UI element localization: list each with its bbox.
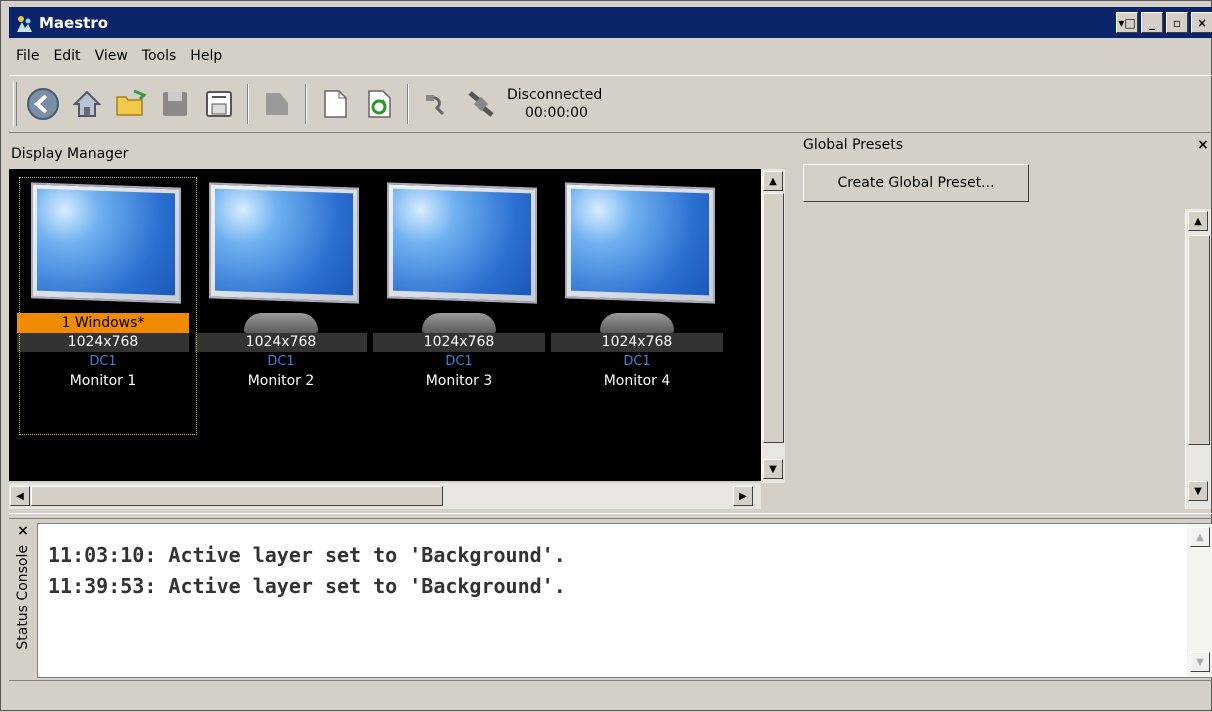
scroll-up-button[interactable]: ▲	[763, 171, 783, 191]
save-icon[interactable]	[157, 86, 193, 122]
global-presets-close-icon[interactable]: ×	[1197, 137, 1209, 153]
new-page-icon[interactable]	[317, 86, 353, 122]
monitor-controller: DC1	[267, 354, 295, 369]
toolbar-separator	[247, 84, 249, 124]
scroll-thumb[interactable]	[763, 193, 784, 443]
display-vertical-scrollbar[interactable]: ▲ ▼	[761, 169, 785, 483]
monitor-stand	[422, 313, 496, 333]
menu-tools[interactable]: Tools	[142, 48, 177, 64]
scroll-right-button[interactable]: ▶	[733, 486, 753, 506]
display-manager-title: Display Manager	[11, 146, 129, 162]
scroll-down-button[interactable]: ▼	[1188, 481, 1208, 501]
title-bar[interactable]: Maestro ▾□ _ ▫ ×	[9, 7, 1212, 38]
connection-status-text: Disconnected	[507, 87, 603, 103]
toolbar-separator	[407, 84, 409, 124]
disabled-page-icon[interactable]	[259, 86, 295, 122]
back-icon[interactable]	[25, 86, 61, 122]
scroll-up-button[interactable]: ▲	[1188, 211, 1208, 231]
connection-status: Disconnected 00:00:00	[507, 86, 602, 122]
menu-help[interactable]: Help	[190, 48, 222, 64]
monitor-resolution: 1024x768	[195, 333, 367, 352]
console-vertical-scrollbar[interactable]: ▲ ▼	[1186, 524, 1212, 677]
menu-edit[interactable]: Edit	[53, 48, 80, 64]
window-title: Maestro	[39, 13, 109, 32]
monitor-tile[interactable]: 1024x768 DC1 Monitor 3	[373, 181, 545, 390]
minimize-button[interactable]: _	[1141, 12, 1163, 33]
display-horizontal-scrollbar[interactable]: ◀ ▶	[9, 483, 761, 509]
window-menu-button[interactable]: ▾□	[1116, 12, 1138, 33]
connection-timer: 00:00:00	[525, 105, 588, 121]
monitor-icon	[559, 181, 715, 313]
monitor-name: Monitor 2	[247, 373, 315, 389]
monitor-controller: DC1	[445, 354, 473, 369]
create-global-preset-button[interactable]: Create Global Preset...	[803, 164, 1029, 202]
menu-bar: File Edit View Tools Help	[9, 41, 229, 71]
console-line: 11:39:53: Active layer set to 'Backgroun…	[48, 574, 566, 598]
scroll-left-button[interactable]: ◀	[10, 486, 30, 506]
scroll-thumb[interactable]	[1188, 235, 1210, 445]
status-bar	[9, 680, 1212, 712]
monitor-resolution: 1024x768	[551, 333, 723, 352]
monitor-icon	[381, 181, 537, 313]
monitor-resolution: 1024x768	[373, 333, 545, 352]
scroll-down-button[interactable]: ▼	[763, 459, 783, 479]
console-close-icon[interactable]: ×	[17, 523, 29, 539]
monitor-stand	[244, 313, 318, 333]
monitor-icon	[203, 181, 359, 313]
console-tab-label: Status Console	[15, 545, 31, 650]
menu-view[interactable]: View	[95, 48, 128, 64]
toolbar-separator	[305, 84, 307, 124]
maestro-app-icon	[13, 12, 35, 34]
selection-outline	[19, 177, 197, 435]
scroll-down-button[interactable]: ▼	[1190, 652, 1210, 672]
status-console-tab[interactable]: × Status Console	[9, 523, 37, 678]
monitor-stand	[600, 313, 674, 333]
restore-button[interactable]: ▫	[1166, 12, 1188, 33]
panel-splitter[interactable]	[9, 513, 1212, 519]
home-icon[interactable]	[69, 86, 105, 122]
status-console[interactable]: 11:03:10: Active layer set to 'Backgroun…	[37, 523, 1212, 678]
save-as-icon[interactable]	[201, 86, 237, 122]
disconnect-icon[interactable]	[463, 86, 499, 122]
connect-icon[interactable]	[419, 86, 455, 122]
app-window: Maestro ▾□ _ ▫ × File Edit View Tools He…	[0, 0, 1212, 711]
scroll-thumb[interactable]	[31, 486, 443, 506]
close-button[interactable]: ×	[1191, 12, 1212, 33]
scroll-up-button[interactable]: ▲	[1190, 527, 1210, 547]
console-line: 11:03:10: Active layer set to 'Backgroun…	[48, 543, 566, 567]
toolbar-grip[interactable]	[13, 82, 17, 126]
monitor-name: Monitor 4	[603, 373, 671, 389]
global-presets-title: Global Presets	[803, 137, 904, 153]
monitor-name: Monitor 3	[425, 373, 493, 389]
monitor-controller: DC1	[623, 354, 651, 369]
toolbar: Disconnected 00:00:00	[9, 75, 1212, 133]
menu-file[interactable]: File	[16, 48, 39, 64]
monitor-tile[interactable]: 1024x768 DC1 Monitor 2	[195, 181, 367, 390]
open-folder-icon[interactable]	[113, 86, 149, 122]
presets-vertical-scrollbar[interactable]: ▲ ▼	[1185, 209, 1211, 509]
monitor-tile[interactable]: 1024x768 DC1 Monitor 4	[551, 181, 723, 390]
refresh-icon[interactable]	[361, 86, 397, 122]
